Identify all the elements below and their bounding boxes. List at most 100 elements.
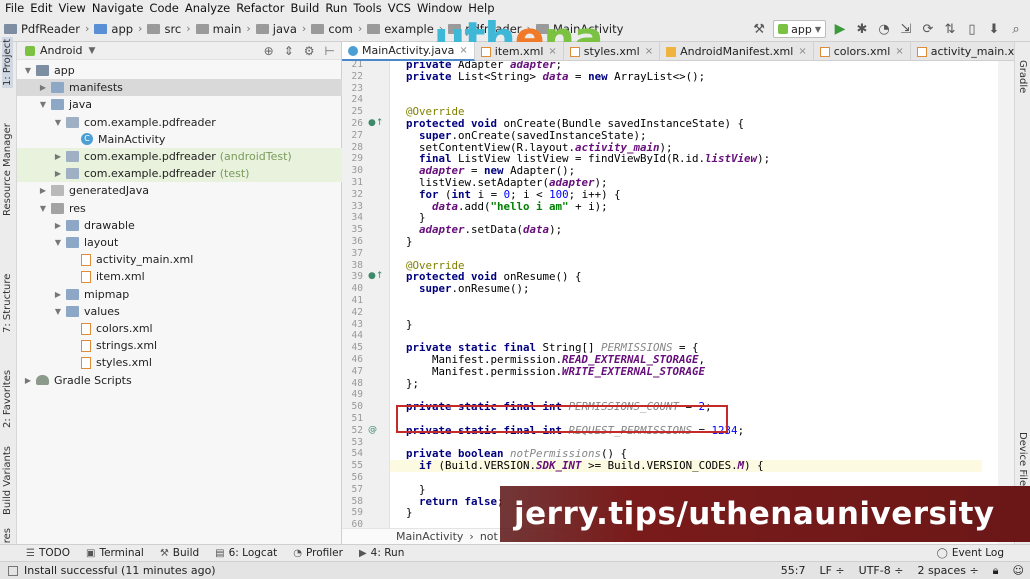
chevron-right-icon[interactable]: ▶ bbox=[38, 186, 48, 195]
breadcrumb-item[interactable]: PdfReader bbox=[4, 22, 80, 36]
profile-icon[interactable]: ◔ bbox=[876, 21, 892, 37]
bottom-tool-2[interactable]: ⚒ Build bbox=[160, 547, 199, 559]
locate-icon[interactable]: ⊕ bbox=[264, 44, 274, 58]
code-line[interactable]: Manifest.permission.WRITE_EXTERNAL_STORA… bbox=[406, 365, 705, 378]
search-icon[interactable]: ⌕ bbox=[1008, 21, 1024, 37]
sdk-manager-icon[interactable]: ⬇ bbox=[986, 21, 1002, 37]
code-line[interactable]: } bbox=[406, 318, 413, 331]
editor-tab[interactable]: activity_main.xml× bbox=[911, 42, 1030, 61]
bottom-tool-5[interactable]: ▶ 4: Run bbox=[359, 547, 404, 559]
menu-item-edit[interactable]: Edit bbox=[27, 1, 55, 15]
chevron-right-icon[interactable]: ▶ bbox=[23, 376, 33, 385]
tree-item[interactable]: styles.xml bbox=[17, 354, 342, 371]
tool-window-toggle-icon[interactable] bbox=[8, 565, 18, 576]
tree-item[interactable]: colors.xml bbox=[17, 320, 342, 337]
tree-item[interactable]: ▶ manifests bbox=[17, 79, 342, 97]
chevron-right-icon[interactable]: ▶ bbox=[53, 290, 63, 299]
bottom-tool-3[interactable]: ▤ 6: Logcat bbox=[215, 547, 277, 559]
close-icon[interactable]: × bbox=[645, 46, 653, 57]
menu-item-build[interactable]: Build bbox=[287, 1, 322, 15]
menu-item-analyze[interactable]: Analyze bbox=[182, 1, 233, 15]
editor-breadcrumb-item[interactable]: not bbox=[480, 530, 498, 543]
editor-breadcrumb-item[interactable]: MainActivity bbox=[396, 530, 463, 543]
hammer-icon[interactable]: ⚒ bbox=[751, 21, 767, 37]
close-icon[interactable]: × bbox=[548, 46, 556, 57]
chevron-right-icon[interactable]: ▶ bbox=[53, 169, 63, 178]
breadcrumb-item[interactable]: java bbox=[255, 22, 297, 36]
editor-gutter[interactable]: 21 22 23 24 25 26 27 28 29 30 31 32 33 34 35 36 37 38 39 40… bbox=[342, 61, 390, 544]
menu-item-vcs[interactable]: VCS bbox=[385, 1, 414, 15]
bottom-tool-4[interactable]: ◔ Profiler bbox=[293, 547, 343, 559]
file-encoding[interactable]: UTF-8 ÷ bbox=[859, 564, 904, 577]
tree-item[interactable]: ▶ com.example.pdfreader (androidTest) bbox=[17, 148, 342, 165]
sync-gradle-icon[interactable]: ⇅ bbox=[942, 21, 958, 37]
code-line[interactable]: }; bbox=[406, 377, 419, 390]
event-log-button[interactable]: ◯ Event Log bbox=[937, 547, 1004, 559]
collapse-icon[interactable]: ⇕ bbox=[284, 44, 294, 58]
editor-tab[interactable]: colors.xml × bbox=[814, 42, 911, 61]
bottom-tool-0[interactable]: ☰ TODO bbox=[26, 547, 70, 559]
inspector-icon[interactable]: ☺ bbox=[1013, 564, 1024, 577]
menu-item-navigate[interactable]: Navigate bbox=[89, 1, 147, 15]
chevron-right-icon[interactable]: ▶ bbox=[38, 83, 48, 92]
chevron-right-icon[interactable]: ▶ bbox=[53, 221, 63, 230]
run-icon[interactable]: ▶ bbox=[832, 21, 848, 37]
status-message[interactable]: Install successful (11 minutes ago) bbox=[24, 564, 216, 577]
tree-item[interactable]: ▼ com.example.pdfreader bbox=[17, 114, 342, 131]
run-config-select[interactable]: app ▼ bbox=[773, 20, 826, 38]
tree-item[interactable]: C MainActivity bbox=[17, 131, 342, 148]
tree-item[interactable]: ▼ res bbox=[17, 200, 342, 217]
avd-manager-icon[interactable]: ▯ bbox=[964, 21, 980, 37]
lock-icon[interactable]: 🔒︎ bbox=[993, 564, 999, 578]
code-line[interactable]: } bbox=[406, 507, 413, 519]
override-marker-icon[interactable]: ●↑ bbox=[368, 118, 383, 128]
breadcrumb-item[interactable]: main bbox=[195, 22, 241, 36]
menu-item-view[interactable]: View bbox=[56, 1, 89, 15]
tool-tab-2[interactable]: 7: Structure bbox=[2, 274, 13, 333]
editor-tab[interactable]: MainActivity.java × bbox=[342, 42, 475, 61]
tool-tab-4[interactable]: Build Variants bbox=[2, 446, 13, 515]
chevron-down-icon[interactable]: ▼ bbox=[53, 307, 63, 316]
editor-tab[interactable]: item.xml × bbox=[475, 42, 564, 61]
chevron-down-icon[interactable]: ▼ bbox=[38, 204, 48, 213]
debug-icon[interactable]: ✱ bbox=[854, 21, 870, 37]
chevron-down-icon[interactable]: ▼ bbox=[53, 118, 63, 127]
hide-icon[interactable]: ⊢ bbox=[325, 44, 335, 58]
tree-item[interactable]: ▶ drawable bbox=[17, 217, 342, 234]
tree-item[interactable]: ▶ mipmap bbox=[17, 286, 342, 303]
breadcrumb-item[interactable]: app bbox=[94, 22, 133, 36]
editor-tab[interactable]: styles.xml × bbox=[564, 42, 661, 61]
tree-item[interactable]: strings.xml bbox=[17, 337, 342, 354]
close-icon[interactable]: × bbox=[798, 46, 806, 57]
menu-item-tools[interactable]: Tools bbox=[350, 1, 384, 15]
code-line[interactable]: } bbox=[406, 236, 413, 248]
gear-icon[interactable]: ⚙ bbox=[304, 44, 315, 58]
code-line[interactable]: adapter.setData(data); bbox=[406, 224, 562, 236]
indent-setting[interactable]: 2 spaces ÷ bbox=[917, 564, 978, 577]
attach-debugger-icon[interactable]: ⇲ bbox=[898, 21, 914, 37]
breadcrumb-item[interactable]: com bbox=[311, 22, 353, 36]
code-line[interactable]: private List<String> data = new ArrayLis… bbox=[406, 70, 705, 83]
project-view-select[interactable]: Android ▼ ⊕ ⇕ ⚙ ⊢ bbox=[17, 42, 341, 60]
chevron-right-icon[interactable]: ▶ bbox=[53, 152, 63, 161]
close-icon[interactable]: × bbox=[895, 46, 903, 57]
tree-item[interactable]: ▼ app bbox=[17, 62, 342, 79]
right-tool-tab-0[interactable]: Gradle bbox=[1017, 60, 1028, 93]
tool-tab-0[interactable]: 1: Project bbox=[2, 36, 13, 88]
caret-position[interactable]: 55:7 bbox=[781, 564, 806, 577]
line-separator[interactable]: LF ÷ bbox=[819, 564, 844, 577]
tree-item[interactable]: ▼ java bbox=[17, 96, 342, 113]
editor-tab[interactable]: AndroidManifest.xml × bbox=[660, 42, 814, 61]
menu-item-run[interactable]: Run bbox=[322, 1, 350, 15]
menu-item-code[interactable]: Code bbox=[146, 1, 181, 15]
bottom-tool-1[interactable]: ▣ Terminal bbox=[86, 547, 144, 559]
code-line[interactable]: super.onResume(); bbox=[406, 283, 530, 295]
tree-item[interactable]: item.xml bbox=[17, 268, 342, 285]
override-marker-icon[interactable]: ●↑ bbox=[368, 271, 383, 281]
tool-tab-1[interactable]: Resource Manager bbox=[2, 123, 13, 216]
tree-item[interactable]: activity_main.xml bbox=[17, 251, 342, 268]
apply-changes-icon[interactable]: ⟳ bbox=[920, 21, 936, 37]
tool-tab-3[interactable]: 2: Favorites bbox=[2, 370, 13, 428]
code-line[interactable]: data.add("hello i am" + i); bbox=[406, 200, 608, 213]
tree-item[interactable]: ▶ Gradle Scripts bbox=[17, 372, 342, 389]
